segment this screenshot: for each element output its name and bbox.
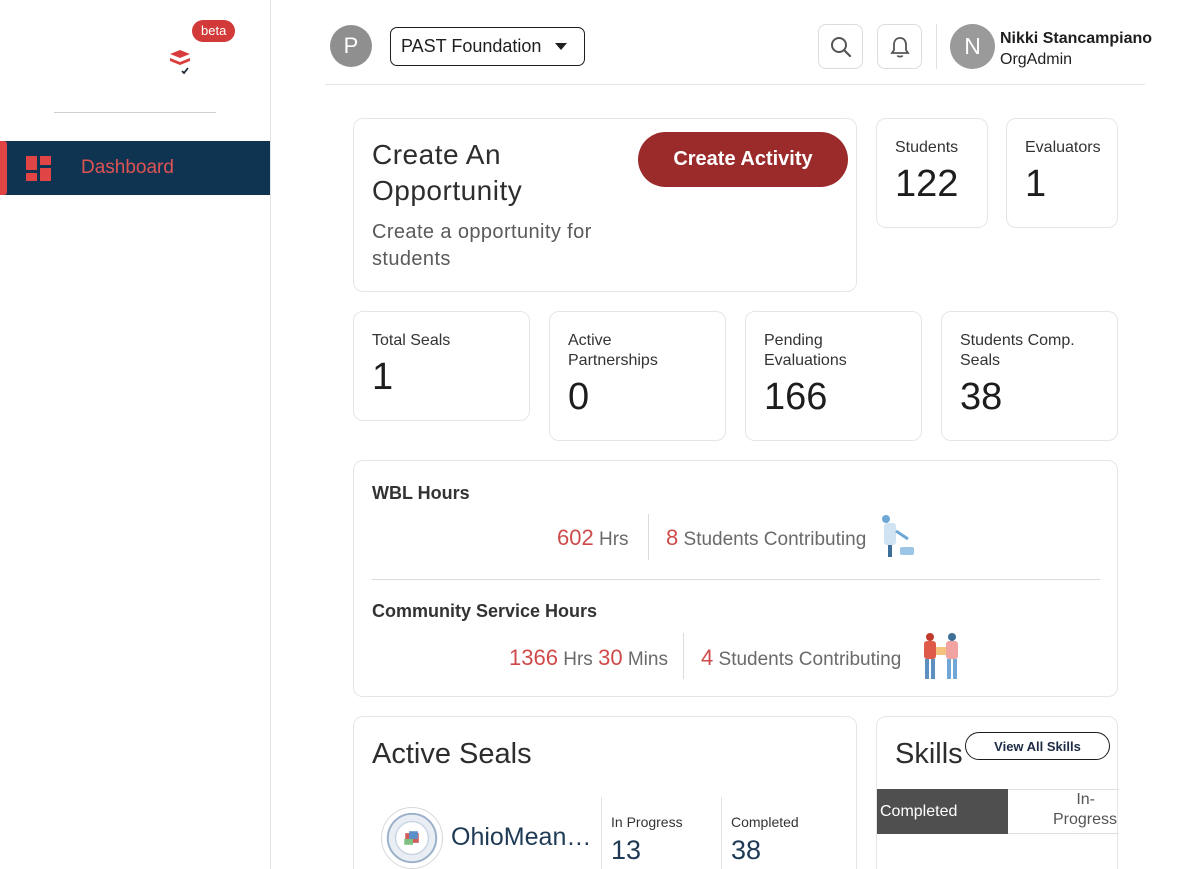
wbl-hours-unit: Hrs — [599, 529, 629, 550]
tab-completed[interactable]: Completed — [877, 789, 1008, 834]
search-icon — [830, 36, 851, 57]
completed-value: 38 — [731, 835, 762, 865]
stat-card-students[interactable]: Students 122 — [876, 118, 988, 228]
view-all-skills-button[interactable]: View All Skills — [965, 732, 1110, 760]
seal-name[interactable]: OhioMean… — [451, 823, 591, 852]
user-role: OrgAdmin — [1000, 51, 1073, 68]
in-progress-label: In Progress — [611, 814, 683, 830]
tab-in-progress-line2: Progress — [1052, 811, 1117, 828]
user-name[interactable]: Nikki Stancampiano — [1000, 30, 1152, 48]
search-button[interactable] — [818, 24, 863, 69]
stat-card-students-comp-seals[interactable]: Students Comp. Seals 38 — [941, 311, 1118, 441]
community-hours-value: 1366 Hrs 30 Mins — [509, 645, 668, 671]
active-seals-title: Active Seals — [372, 738, 532, 770]
seal-logo-icon — [381, 807, 443, 869]
stat-value: 166 — [764, 376, 828, 418]
hours-section-divider — [372, 579, 1100, 580]
stat-card-total-seals[interactable]: Total Seals 1 — [353, 311, 530, 421]
stat-value: 0 — [568, 376, 590, 418]
skills-card: Skills View All Skills Completed In- Pro… — [876, 716, 1119, 869]
sidebar-item-label: Dashboard — [81, 157, 174, 178]
community-students-contributing: 4 Students Contributing — [701, 645, 901, 671]
volunteers-illustration-icon — [924, 633, 958, 679]
wbl-students-number: 8 — [666, 525, 679, 550]
stat-value: 38 — [960, 376, 1003, 418]
header-divider-line — [325, 84, 1145, 85]
opportunity-title: Create An Opportunity — [372, 137, 522, 209]
user-avatar[interactable]: N — [950, 24, 995, 69]
community-mins-unit: Mins — [627, 649, 668, 670]
hours-divider — [648, 514, 649, 560]
sidebar: beta Dashboard — [0, 0, 271, 869]
header-divider — [936, 24, 937, 69]
community-hours-number: 1366 — [509, 645, 558, 670]
wbl-hours-value: 602 Hrs — [557, 525, 629, 551]
stat-card-evaluators[interactable]: Evaluators 1 — [1006, 118, 1118, 228]
worker-illustration-icon — [882, 515, 914, 557]
logo-divider — [54, 112, 216, 113]
completed-label: Completed — [731, 814, 799, 830]
stat-label: Evaluators — [1025, 139, 1101, 156]
stat-value: 122 — [895, 163, 959, 205]
bell-icon — [889, 36, 910, 58]
active-indicator — [0, 141, 7, 195]
stat-card-pending-evaluations[interactable]: Pending Evaluations 166 — [745, 311, 922, 441]
create-activity-button[interactable]: Create Activity — [638, 132, 848, 187]
org-avatar: P — [330, 25, 372, 67]
community-hours-title: Community Service Hours — [372, 601, 598, 621]
tab-in-progress-line1: In- — [1076, 791, 1095, 808]
org-select-dropdown[interactable]: PAST Foundation — [390, 27, 585, 66]
skills-title: Skills — [895, 738, 963, 770]
active-seals-card: Active Seals OhioMean… In Progress 13 Co… — [353, 716, 857, 869]
stat-label: Students Comp. Seals — [960, 332, 1075, 369]
notifications-button[interactable] — [877, 24, 922, 69]
community-students-number: 4 — [701, 645, 714, 670]
hours-divider — [683, 633, 684, 679]
community-mins-number: 30 — [598, 645, 623, 670]
create-opportunity-card: Create An Opportunity Create a opportuni… — [353, 118, 857, 292]
wbl-students-label: Students Contributing — [683, 529, 867, 550]
opportunity-title-line2: Opportunity — [372, 175, 523, 206]
dashboard-grid-icon — [26, 156, 51, 181]
org-select-value: PAST Foundation — [401, 36, 542, 56]
wbl-hours-number: 602 — [557, 525, 594, 550]
sidebar-item-dashboard[interactable]: Dashboard — [0, 141, 270, 195]
app-logo-icon[interactable] — [164, 44, 196, 80]
community-students-label: Students Contributing — [718, 649, 902, 670]
stat-label: Pending Evaluations — [764, 332, 847, 369]
opportunity-title-line1: Create An — [372, 139, 502, 170]
stat-label: Active Partnerships — [568, 332, 658, 369]
stat-card-active-partnerships[interactable]: Active Partnerships 0 — [549, 311, 726, 441]
seal-divider — [721, 797, 722, 869]
wbl-students-contributing: 8 Students Contributing — [666, 525, 866, 551]
stat-value: 1 — [372, 356, 394, 398]
wbl-hours-title: WBL Hours — [372, 483, 470, 503]
beta-badge: beta — [192, 20, 236, 42]
community-hours-unit: Hrs — [563, 649, 593, 670]
stat-value: 1 — [1025, 163, 1047, 205]
stat-label: Total Seals — [372, 332, 451, 349]
in-progress-value: 13 — [611, 835, 642, 865]
stat-label: Students — [895, 139, 959, 156]
opportunity-subtitle: Create a opportunity for students — [372, 221, 592, 270]
caret-down-icon — [555, 43, 567, 50]
seal-divider — [601, 797, 602, 869]
tab-in-progress[interactable]: In- Progress — [1008, 789, 1119, 834]
hours-card: WBL Hours 602 Hrs 8 Students Contributin… — [353, 460, 1118, 697]
